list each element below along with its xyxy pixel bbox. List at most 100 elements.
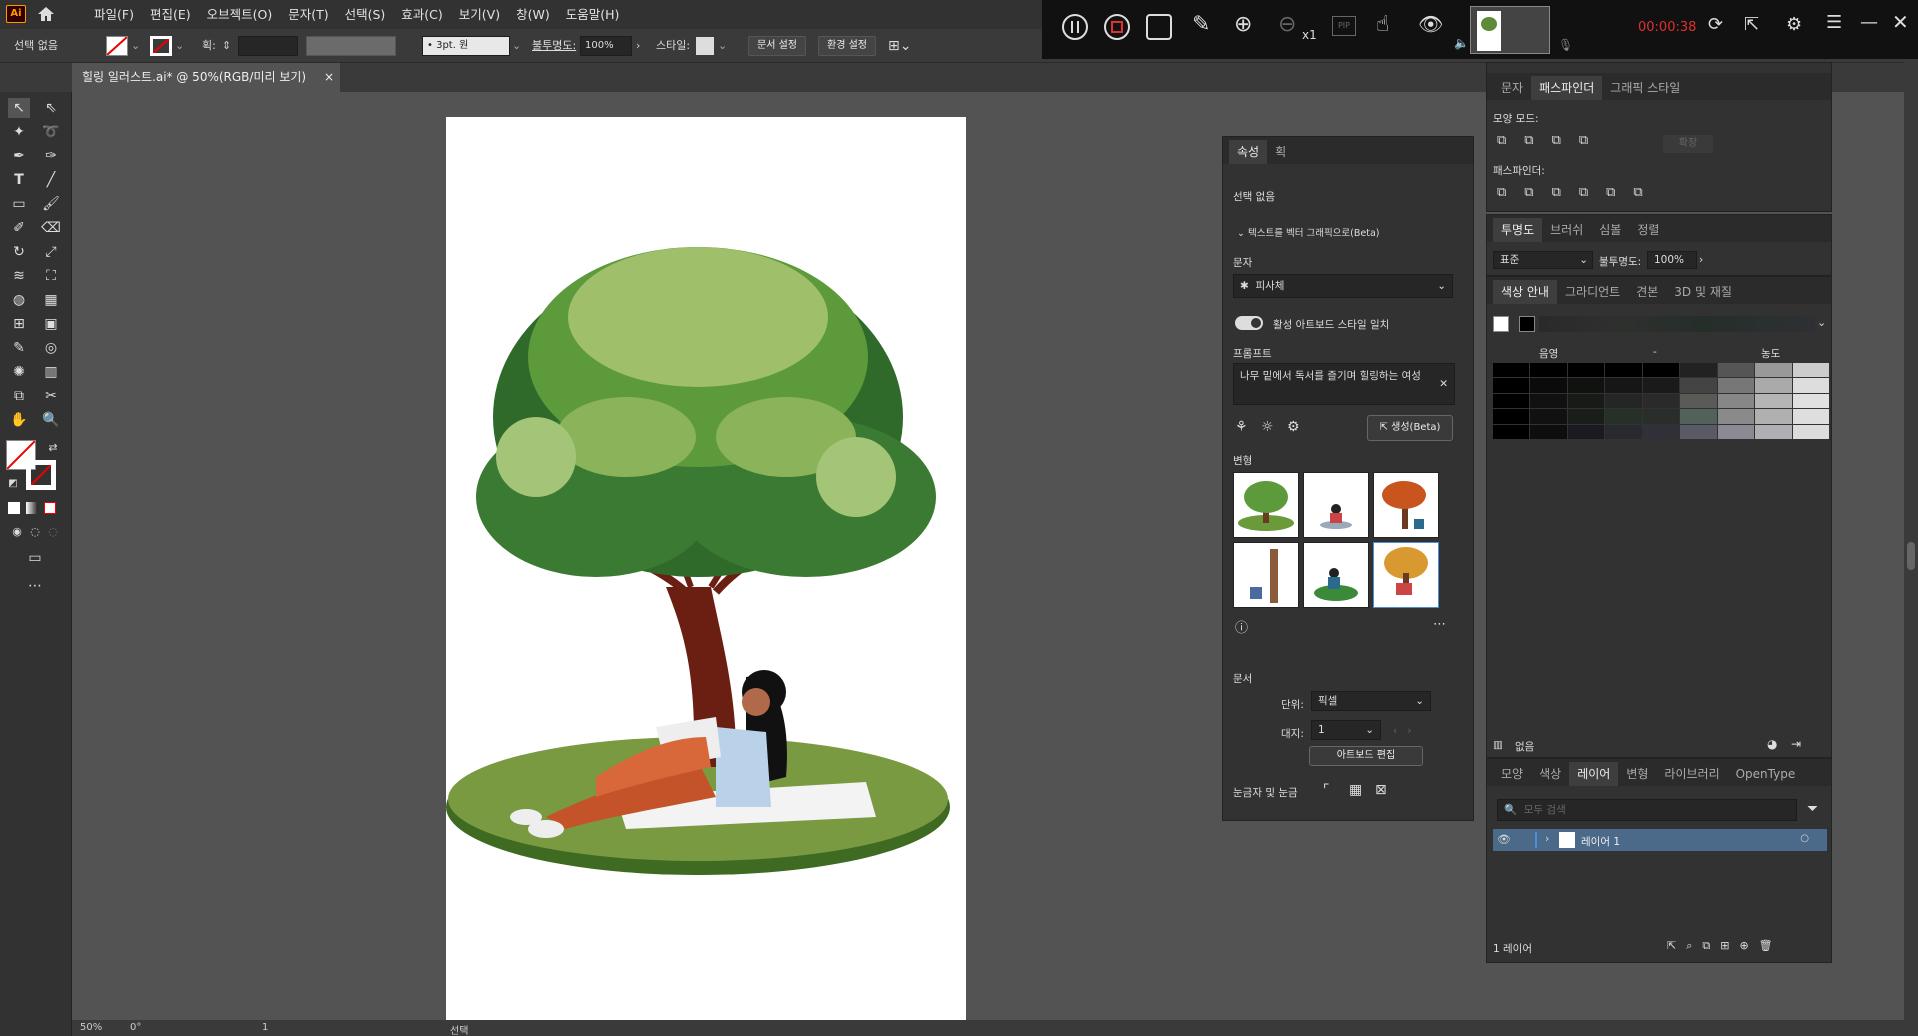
variable-width-profile[interactable]	[306, 36, 396, 56]
save-swatch-icon[interactable]: ⇥	[1791, 737, 1801, 751]
visibility-icon[interactable]: 👁	[1497, 833, 1511, 846]
chevron-down-icon[interactable]: ⌄	[175, 35, 184, 57]
zoom-level[interactable]: 50%	[80, 1022, 102, 1033]
pencil-icon[interactable]: ✎	[1192, 12, 1210, 37]
pathfinder-icons[interactable]: ⧉⧉⧉⧉⧉⧉	[1497, 185, 1661, 200]
rotate-tool-icon[interactable]: ↻	[8, 242, 30, 262]
vertical-scrollbar[interactable]	[1904, 62, 1918, 1020]
doc-setup-button[interactable]: 문서 설정	[748, 36, 806, 56]
tab-color-guide[interactable]: 색상 안내	[1493, 280, 1557, 304]
warp-tool-icon[interactable]: ≋	[8, 266, 30, 286]
chevron-down-icon[interactable]: ⌄	[512, 35, 521, 57]
base-color-white[interactable]	[1493, 316, 1509, 332]
menu-help[interactable]: 도움말(H)	[558, 0, 628, 29]
shaper-tool-icon[interactable]: ✐	[8, 218, 30, 238]
tab-transparency[interactable]: 투명도	[1493, 218, 1543, 242]
scale-tool-icon[interactable]: ⤢	[40, 242, 62, 262]
cursor-effect-icon[interactable]: ☝	[1376, 12, 1389, 37]
shape-builder-icon[interactable]: ◍	[8, 290, 30, 310]
opacity-field[interactable]: 100%	[1647, 251, 1697, 269]
zoom-out-icon[interactable]: ⊖	[1278, 12, 1296, 37]
menu-window[interactable]: 창(W)	[508, 0, 558, 29]
slice-tool-icon[interactable]: ✂	[40, 386, 62, 406]
grid-icon[interactable]: ▦	[1349, 782, 1362, 798]
tab-color[interactable]: 색상	[1531, 762, 1569, 786]
style-picker-icon[interactable]: ⚘	[1235, 419, 1248, 435]
stop-icon[interactable]	[1104, 14, 1130, 40]
export-icon[interactable]: ⇱	[1744, 14, 1759, 35]
free-transform-icon[interactable]: ⛶	[40, 266, 62, 286]
stroke-weight-field[interactable]	[238, 36, 298, 56]
tab-layers[interactable]: 레이어	[1569, 762, 1619, 786]
zoom-tool-icon[interactable]: 🔍	[40, 410, 62, 430]
artboard-tool-icon[interactable]: ⧉	[8, 386, 30, 406]
lasso-icon[interactable]: ➰	[40, 122, 62, 142]
preferences-button[interactable]: 환경 설정	[818, 36, 876, 56]
variation-thumb-3[interactable]	[1373, 472, 1439, 538]
gradient-tool-icon[interactable]: ▣	[40, 314, 62, 334]
match-style-toggle[interactable]	[1235, 316, 1263, 330]
speaker-icon[interactable]: 🔈	[1454, 36, 1469, 50]
more-icon[interactable]: ⋯	[1433, 617, 1446, 632]
tab-align[interactable]: 정렬	[1629, 218, 1667, 242]
stepper-icon[interactable]: ⇕	[222, 35, 231, 57]
tab-opentype[interactable]: OpenType	[1728, 762, 1804, 786]
prev-artboard-icon[interactable]: ‹ ›	[1393, 725, 1411, 737]
menu-select[interactable]: 선택(S)	[337, 0, 394, 29]
mesh-tool-icon[interactable]: ⊞	[8, 314, 30, 334]
perspective-grid-icon[interactable]: ▦	[40, 290, 62, 310]
opacity-label[interactable]: 불투명도:	[532, 35, 576, 57]
gear-icon[interactable]: ⚙	[1287, 419, 1300, 435]
layer-action-icons[interactable]: ⇱⌕⧉⊞⊕🗑	[1667, 939, 1783, 953]
blend-tool-icon[interactable]: ◎	[40, 338, 62, 358]
color-variation-grid[interactable]	[1493, 363, 1829, 439]
paintbrush-icon[interactable]: 🖌	[40, 194, 62, 214]
tab-brushes[interactable]: 브러쉬	[1542, 218, 1591, 242]
expand-button[interactable]: 확장	[1663, 135, 1713, 153]
layer-row[interactable]: 👁 › 레이어 1 ○	[1493, 829, 1827, 851]
menu-effect[interactable]: 효과(C)	[393, 0, 450, 29]
color-wheel-icon[interactable]: ◕	[1767, 737, 1777, 751]
expand-icon[interactable]: ›	[1545, 832, 1549, 845]
tab-libraries[interactable]: 라이브러리	[1656, 762, 1727, 786]
base-color-black[interactable]	[1519, 316, 1535, 332]
chevron-down-icon[interactable]: ⌄	[1817, 316, 1826, 329]
eyedropper-icon[interactable]: ✎	[8, 338, 30, 358]
selection-tool-icon[interactable]: ↖	[8, 98, 30, 118]
tab-stroke[interactable]: 획	[1267, 140, 1294, 164]
menu-file[interactable]: 파일(F)	[86, 0, 142, 29]
chevron-down-icon[interactable]: ⌄	[718, 35, 727, 57]
prompt-input[interactable]: 나무 밑에서 독서를 즐기며 힐링하는 여성 ✕	[1233, 363, 1455, 405]
variation-thumb-2[interactable]	[1303, 472, 1369, 538]
screen-mode-icon[interactable]: ▭	[24, 548, 46, 568]
tab-graphic-styles[interactable]: 그래픽 스타일	[1602, 76, 1688, 100]
target-icon[interactable]: ○	[1800, 833, 1809, 844]
menu-object[interactable]: 오브젝트(O)	[199, 0, 281, 29]
direct-selection-tool-icon[interactable]: ⇖	[40, 98, 62, 118]
filter-icon[interactable]: ⏷	[1807, 801, 1818, 817]
stroke-color-icon[interactable]	[26, 460, 56, 490]
refresh-icon[interactable]: ⟳	[1708, 14, 1723, 35]
home-icon[interactable]	[36, 5, 56, 23]
pixel-grid-icon[interactable]: ⊠	[1375, 782, 1387, 798]
default-colors-icon[interactable]: ◩	[2, 474, 24, 494]
eraser-icon[interactable]: ⌫	[40, 218, 62, 238]
symbol-sprayer-icon[interactable]: ✺	[8, 362, 30, 382]
style-swatch[interactable]	[696, 37, 714, 55]
tool-status[interactable]: 선택	[450, 1022, 468, 1036]
swatch-library-icon[interactable]: ▥	[1493, 739, 1503, 751]
more-tools-icon[interactable]: ⋯	[24, 576, 46, 596]
line-tool-icon[interactable]: ╱	[40, 170, 62, 190]
magic-wand-icon[interactable]: ✦	[8, 122, 30, 142]
zoom-in-icon[interactable]: ⊕	[1234, 12, 1252, 37]
variation-thumb-1[interactable]	[1233, 472, 1299, 538]
chevron-right-icon[interactable]: ›	[636, 35, 640, 57]
tab-character[interactable]: 문자	[1493, 76, 1531, 100]
tab-symbols[interactable]: 심볼	[1591, 218, 1629, 242]
artboard-select[interactable]: 1 ⌄	[1311, 720, 1381, 740]
hand-tool-icon[interactable]: ✋	[8, 410, 30, 430]
close-icon[interactable]: ×	[324, 63, 334, 92]
layers-search-input[interactable]: 🔍 모두 검색	[1497, 799, 1797, 821]
more-icon[interactable]: ☰	[1826, 12, 1842, 33]
menu-view[interactable]: 보기(V)	[451, 0, 508, 29]
